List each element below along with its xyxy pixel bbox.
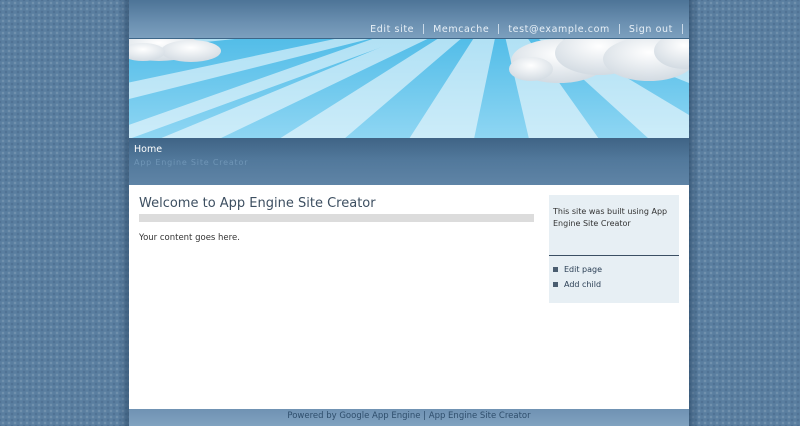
footer-separator: | xyxy=(423,411,427,421)
breadcrumb[interactable]: Home xyxy=(134,144,162,155)
add-child-label: Add child xyxy=(564,280,602,289)
sidebar-divider xyxy=(549,255,679,256)
main-column: Welcome to App Engine Site Creator Your … xyxy=(139,196,534,243)
site-title: App Engine Site Creator xyxy=(134,158,249,167)
sign-out-link[interactable]: Sign out xyxy=(620,24,682,35)
nav-separator xyxy=(682,24,683,34)
sidebar-info-text: This site was built using App Engine Sit… xyxy=(553,207,668,228)
content-area: Welcome to App Engine Site Creator Your … xyxy=(129,185,689,409)
square-bullet-icon xyxy=(553,282,558,287)
page-shadow-left xyxy=(119,0,129,426)
square-bullet-icon xyxy=(553,267,558,272)
site-creator-link[interactable]: App Engine Site Creator xyxy=(429,411,531,421)
sky-banner xyxy=(129,38,689,139)
memcache-link[interactable]: Memcache xyxy=(424,24,498,35)
sunburst-banner-image xyxy=(129,39,689,139)
page-shadow-right xyxy=(689,0,699,426)
add-child-link[interactable]: Add child xyxy=(553,277,602,292)
heading-underline xyxy=(139,214,534,222)
top-nav: Edit site Memcache test@example.com Sign… xyxy=(361,23,683,35)
sidebar-links: Edit page Add child xyxy=(553,262,602,292)
user-email-link[interactable]: test@example.com xyxy=(499,24,619,35)
powered-by-link[interactable]: Powered by Google App Engine xyxy=(287,411,420,421)
title-bar: Home App Engine Site Creator xyxy=(129,138,689,185)
page-title: Welcome to App Engine Site Creator xyxy=(139,196,376,211)
edit-page-label: Edit page xyxy=(564,265,603,274)
edit-site-link[interactable]: Edit site xyxy=(361,24,423,35)
page-body-text: Your content goes here. xyxy=(139,233,240,243)
top-bar: Edit site Memcache test@example.com Sign… xyxy=(129,0,689,38)
sidebar: This site was built using App Engine Sit… xyxy=(549,195,679,303)
footer: Powered by Google App Engine | App Engin… xyxy=(129,409,689,426)
page-container: Edit site Memcache test@example.com Sign… xyxy=(129,0,689,426)
edit-page-link[interactable]: Edit page xyxy=(553,262,602,277)
